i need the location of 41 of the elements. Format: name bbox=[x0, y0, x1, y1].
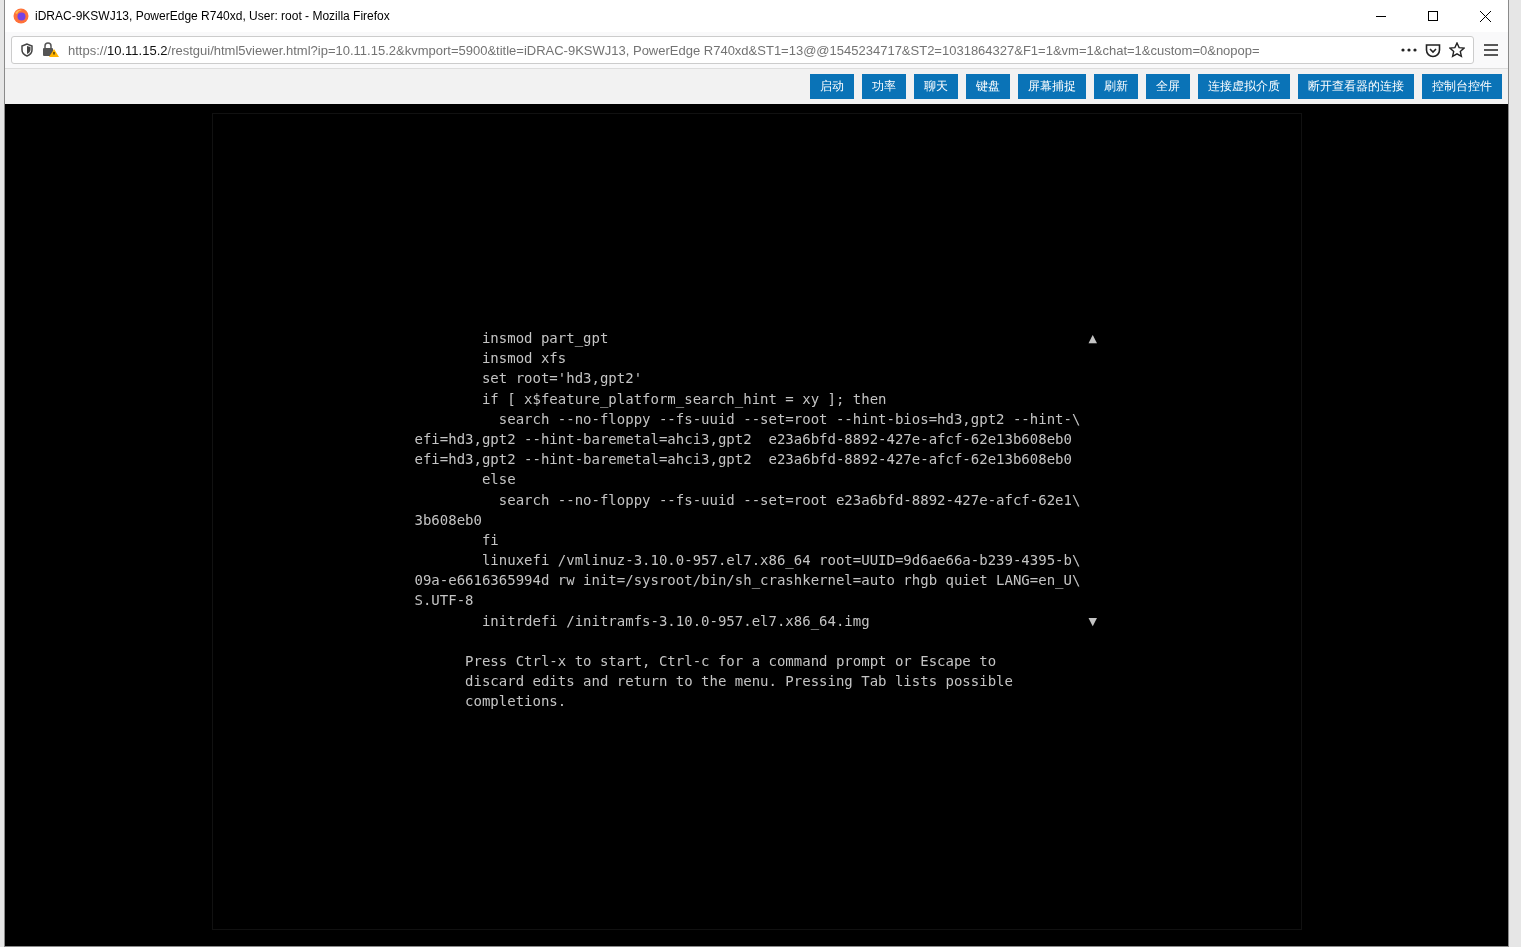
console-line: fi bbox=[480, 530, 499, 550]
console-line: insmod part_gpt bbox=[480, 329, 609, 349]
address-field[interactable]: https://10.11.15.2/restgui/html5viewer.html?ip=10.11.15.2&kvmport=5900&title=iDRAC-9KSWJ13, PowerEdge R740xd&ST1=13@@1545234717&ST2=1031864327&F1=1&vm=1&chat=1&custom=0&nopop= bbox=[11, 36, 1474, 64]
console-line: 09a-e6616365994d rw init=/sysroot/bin/sh_crashkernel=auto rhgb quiet LANG=en_U\ bbox=[414, 571, 1081, 591]
console-line: linuxefi /vmlinuz-3.10.0-957.el7.x86_64 root=UUID=9d6ae66a-b239-4395-b\ bbox=[480, 551, 1081, 571]
console-line: search --no-floppy --fs-uuid --set=root --hint-bios=hd3,gpt2 --hint-\ bbox=[497, 409, 1081, 429]
console-line: else bbox=[480, 470, 516, 490]
toolbar-button[interactable]: 聊天 bbox=[914, 74, 958, 99]
scroll-up-arrow[interactable]: ▲ bbox=[1088, 332, 1097, 345]
console-line: if [ x$feature_platform_search_hint = xy ]; then bbox=[480, 389, 887, 409]
toolbar-button[interactable]: 断开查看器的连接 bbox=[1298, 74, 1414, 99]
help-text-line: completions. bbox=[464, 692, 567, 712]
star-icon[interactable] bbox=[1449, 42, 1465, 58]
toolbar-button[interactable]: 功率 bbox=[862, 74, 906, 99]
toolbar-button[interactable]: 启动 bbox=[810, 74, 854, 99]
url-text: https://10.11.15.2/restgui/html5viewer.html?ip=10.11.15.2&kvmport=5900&title=iDRAC-9KSWJ13, PowerEdge R740xd&ST1=13@@1545234717&ST2=1031864327&F1=1&vm=1&chat=1&custom=0&nopop= bbox=[68, 42, 1261, 58]
browser-logo-icon bbox=[13, 8, 29, 24]
maximize-icon[interactable] bbox=[1428, 11, 1438, 21]
help-text-line: Press Ctrl-x to start, Ctrl-c for a command prompt or Escape to bbox=[464, 652, 997, 671]
more-dots-icon[interactable] bbox=[1401, 48, 1417, 52]
close-icon[interactable] bbox=[1479, 10, 1491, 22]
pocket-icon[interactable] bbox=[1425, 42, 1441, 58]
console-line: 3b608eb0 bbox=[414, 510, 482, 530]
console-line: insmod xfs bbox=[480, 349, 567, 369]
lock-warning-icon[interactable] bbox=[42, 42, 60, 58]
toolbar-button[interactable]: 屏幕捕捉 bbox=[1018, 74, 1086, 99]
console-line: efi=hd3,gpt2 --hint-baremetal=ahci3,gpt2 e23a6bfd-8892-427e-afcf-62e13b608eb0 bbox=[414, 450, 1072, 470]
console-line: set root='hd3,gpt2' bbox=[480, 369, 643, 389]
console-line: S.UTF-8 bbox=[414, 591, 474, 611]
toolbar-button[interactable]: 键盘 bbox=[966, 74, 1010, 99]
shield-icon[interactable] bbox=[20, 43, 34, 57]
toolbar-button[interactable]: 刷新 bbox=[1094, 74, 1138, 99]
console-line: search --no-floppy --fs-uuid --set=root e23a6bfd-8892-427e-afcf-62e1\ bbox=[497, 490, 1081, 510]
toolbar-button[interactable]: 连接虚拟介质 bbox=[1198, 74, 1290, 99]
window-title: iDRAC-9KSWJ13, PowerEdge R740xd, User: root - Mozilla Firefox bbox=[35, 9, 391, 23]
toolbar-button[interactable]: 全屏 bbox=[1146, 74, 1190, 99]
help-text-line: discard edits and return to the menu. Pressing Tab lists possible bbox=[464, 672, 1013, 692]
toolbar-button[interactable]: 控制台控件 bbox=[1422, 74, 1502, 99]
scroll-down-arrow[interactable]: ▼ bbox=[1088, 615, 1097, 628]
console-line: efi=hd3,gpt2 --hint-baremetal=ahci3,gpt2 e23a6bfd-8892-427e-afcf-62e13b608eb0 bbox=[414, 429, 1072, 449]
console-line: initrdefi /initramfs-3.10.0-957.el7.x86_64.img bbox=[480, 611, 870, 631]
